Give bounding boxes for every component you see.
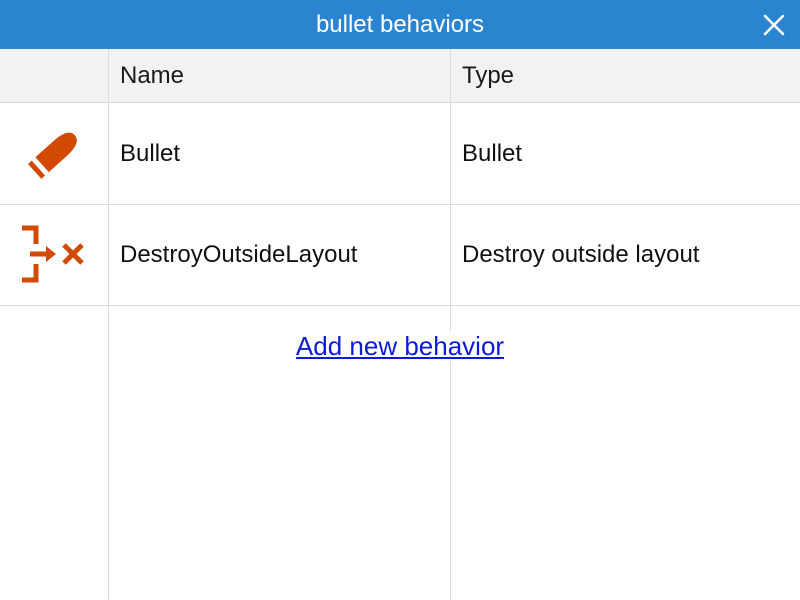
table-row[interactable]: Bullet Bullet	[0, 103, 800, 205]
bullet-icon	[18, 123, 90, 185]
behavior-name: Bullet	[120, 140, 181, 167]
column-header-name[interactable]: Name	[120, 49, 184, 102]
add-new-behavior-link[interactable]: Add new behavior	[293, 331, 507, 361]
destroy-outside-layout-icon	[18, 224, 90, 286]
behavior-type: Destroy outside layout	[462, 241, 700, 268]
behavior-type: Bullet	[462, 140, 523, 167]
dialog-title: bullet behaviors	[315, 11, 485, 38]
table-header: Name Type	[0, 49, 800, 103]
table-row[interactable]: DestroyOutsideLayout Destroy outside lay…	[0, 204, 800, 306]
title-bar: bullet behaviors	[0, 0, 800, 49]
close-button[interactable]	[762, 13, 786, 37]
close-icon	[763, 14, 785, 36]
add-behavior-container: Add new behavior	[0, 330, 800, 362]
column-header-type[interactable]: Type	[462, 49, 514, 102]
behavior-name: DestroyOutsideLayout	[120, 241, 358, 268]
behaviors-dialog: bullet behaviors Name Type Bullet Bullet	[0, 0, 800, 600]
